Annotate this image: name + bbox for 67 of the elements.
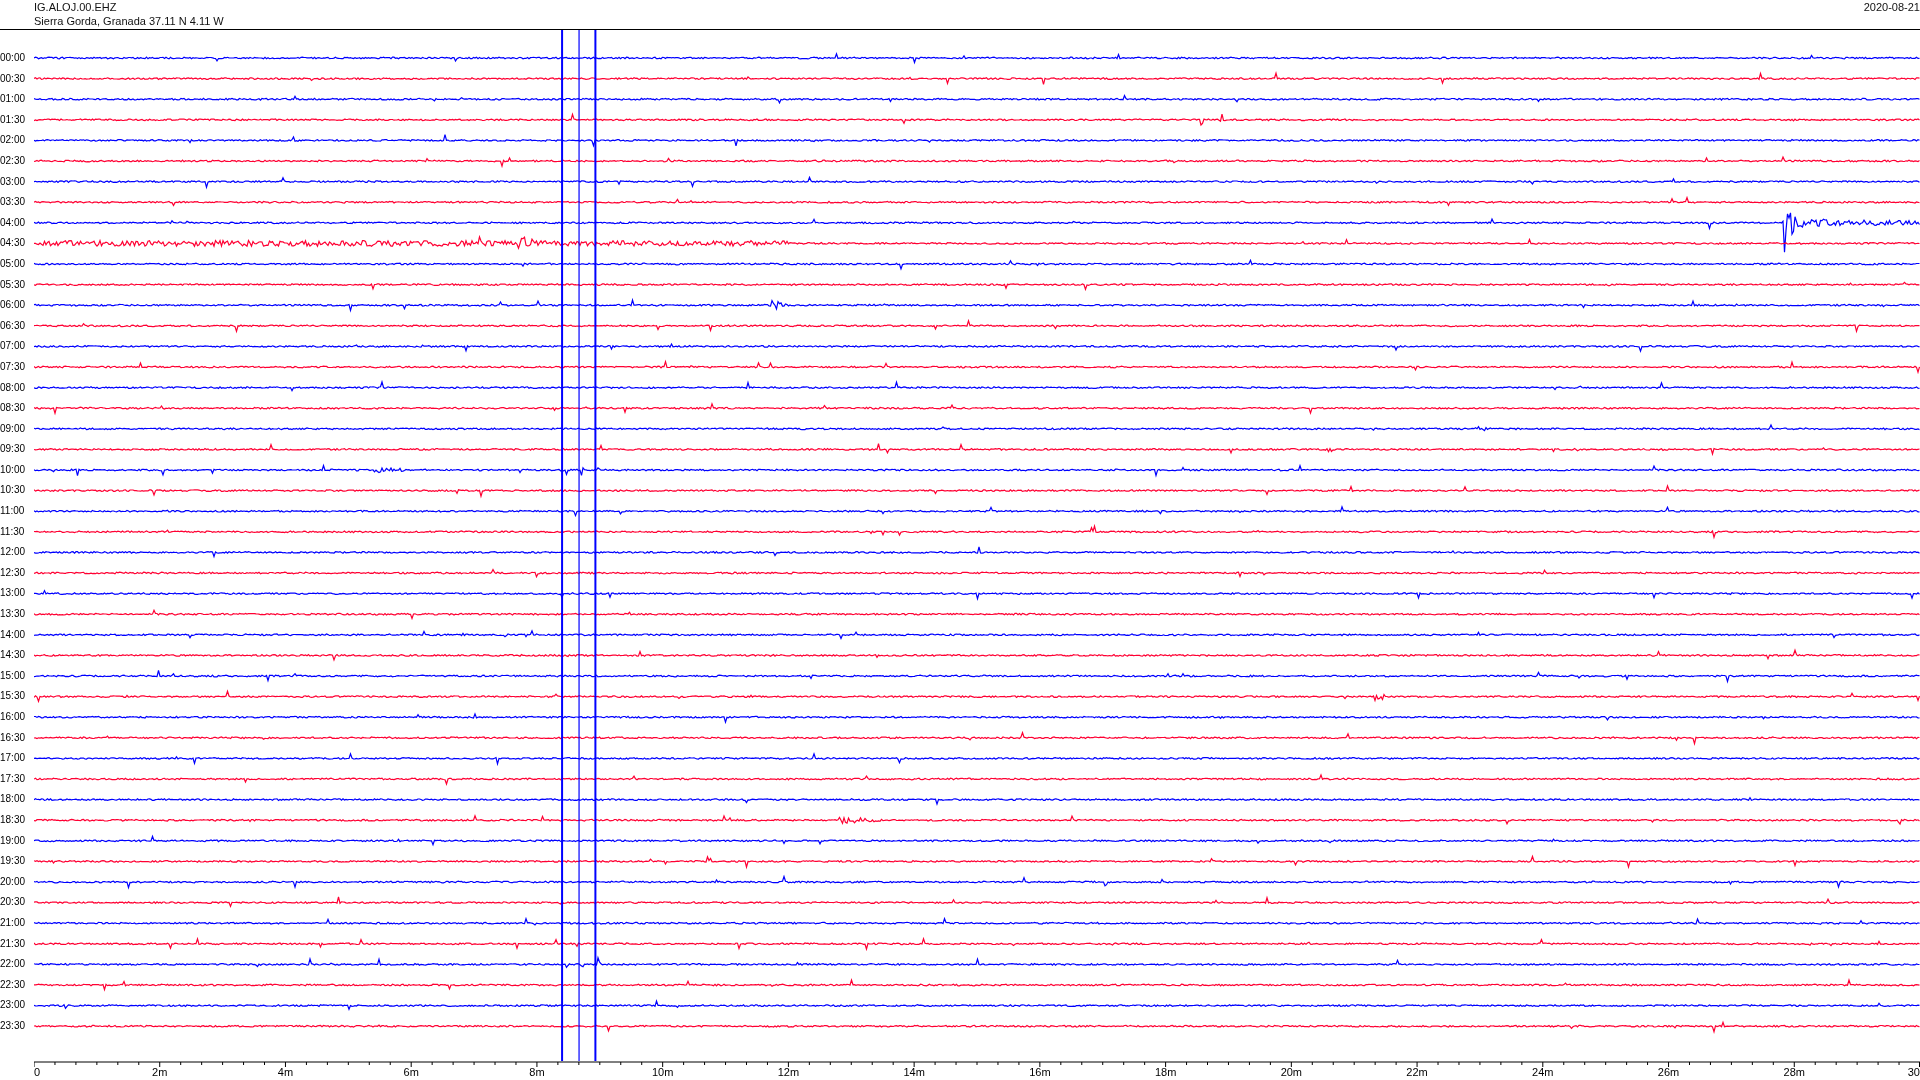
time-label: 00:30 [0,71,27,86]
axis-tick-label: 20m [1280,1066,1303,1078]
time-label: 12:00 [0,545,27,560]
time-label: 11:00 [0,504,26,519]
time-label: 13:30 [0,607,27,622]
axis-tick-label: 12m [777,1066,800,1078]
time-label: 08:00 [0,380,27,395]
axis-tick-label: 0 [34,1066,41,1078]
time-label: 23:00 [0,998,27,1013]
time-label: 06:30 [0,318,27,333]
axis-tick-label: 14m [903,1066,925,1078]
time-label: 16:00 [0,710,27,724]
time-label: 05:00 [0,256,27,271]
time-label: 09:30 [0,442,27,457]
time-label: 10:00 [0,462,27,477]
time-label: 05:30 [0,277,27,292]
axis-tick-label: 26m [1657,1066,1680,1078]
axis-tick-label: 2m [152,1066,168,1078]
time-label: 06:00 [0,298,27,313]
station-code: IG.ALOJ.00.EHZ [34,0,118,14]
axis-tick-label: 18m [1154,1066,1177,1078]
time-label: 01:30 [0,112,27,127]
time-label: 03:00 [0,174,27,189]
time-label: 21:00 [0,915,27,930]
time-label: 03:30 [0,195,27,210]
axis-tick-label: 16m [1029,1066,1051,1078]
time-label: 11:30 [0,524,26,539]
time-label: 01:00 [0,92,27,107]
time-label: 20:00 [0,874,27,889]
time-label: 12:30 [0,565,27,580]
time-label: 07:00 [0,339,27,354]
time-label: 17:30 [0,771,27,786]
station-location: Sierra Gorda, Granada 37.11 N 4.11 W [34,14,224,28]
time-label: 23:30 [0,1018,27,1033]
axis-tick-label: 28m [1783,1066,1805,1078]
time-label: 04:00 [0,215,27,230]
time-label: 00:00 [0,51,27,65]
axis-tick-label: 30 [1907,1066,1920,1078]
time-label: 13:00 [0,586,27,601]
time-label: 15:30 [0,689,27,704]
time-label: 02:30 [0,153,27,168]
axis-tick-label: 8m [529,1066,545,1078]
axis-tick-label: 6m [403,1066,419,1078]
time-label: 22:30 [0,977,27,992]
axis-tick-label: 22m [1406,1066,1428,1078]
time-label: 20:30 [0,895,27,910]
time-label: 14:00 [0,627,27,642]
time-label: 04:30 [0,236,27,251]
time-label: 18:30 [0,812,27,827]
time-label: 17:00 [0,751,27,766]
time-label: 21:30 [0,936,27,951]
time-label: 10:30 [0,483,27,498]
time-label: 18:00 [0,792,27,807]
plot-date: 2020-08-21 [1863,0,1920,15]
time-label: 22:00 [0,957,27,972]
axis-tick-label: 24m [1532,1066,1554,1078]
time-label: 14:30 [0,648,27,663]
time-label: 02:00 [0,133,27,148]
time-label: 15:00 [0,668,27,683]
time-label: 19:00 [0,833,27,848]
time-label: 09:00 [0,421,27,436]
time-label: 08:30 [0,401,27,416]
time-label: 19:30 [0,854,27,869]
axis-tick-label: 4m [277,1066,294,1078]
time-label: 07:30 [0,359,27,374]
time-label: 16:30 [0,730,27,745]
axis-tick-label: 10m [651,1066,674,1078]
